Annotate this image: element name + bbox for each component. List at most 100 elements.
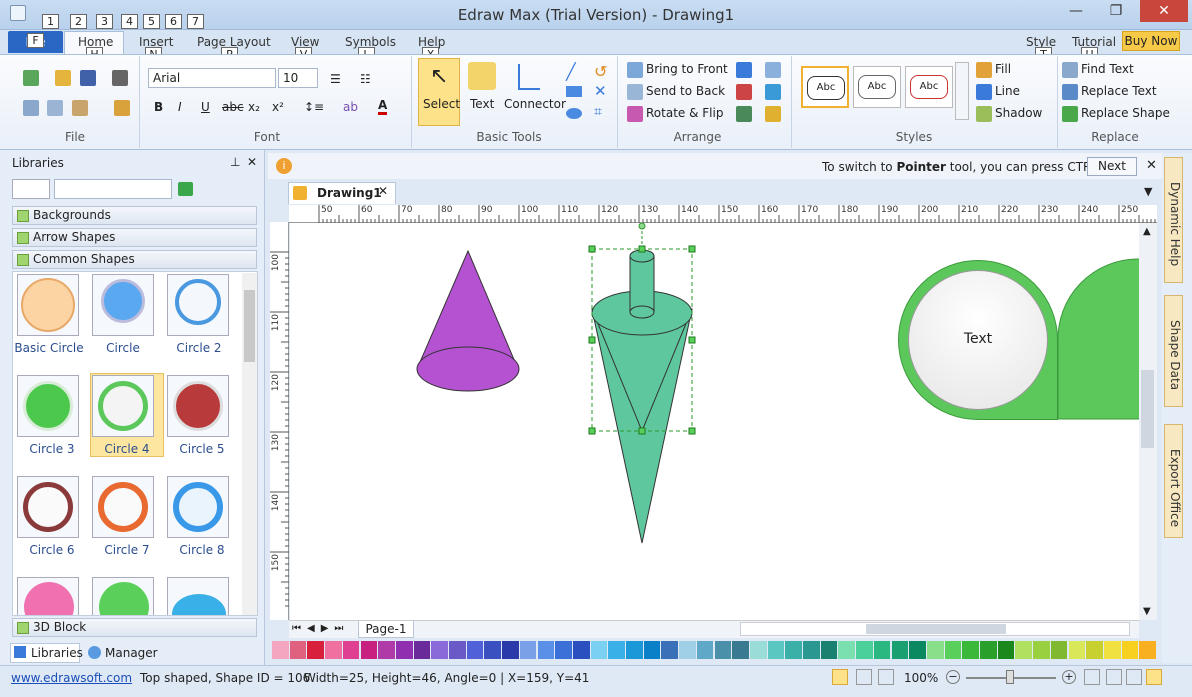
color-swatch[interactable] (873, 641, 891, 659)
minimize-icon[interactable]: — (1060, 0, 1092, 22)
shadow-button[interactable]: Shadow (995, 106, 1042, 120)
rectangle-icon[interactable] (566, 86, 582, 97)
library-search-input[interactable] (54, 179, 172, 199)
color-swatch[interactable] (838, 641, 856, 659)
shape-circle[interactable] (92, 274, 154, 336)
library-view-icon[interactable] (12, 179, 50, 199)
color-swatch[interactable] (395, 641, 413, 659)
color-swatch[interactable] (696, 641, 714, 659)
style-sample-1[interactable]: Abc (801, 66, 849, 108)
color-swatch[interactable] (1050, 641, 1068, 659)
ellipse-icon[interactable] (566, 108, 582, 119)
color-swatch[interactable] (643, 641, 661, 659)
category-arrow-shapes[interactable]: Arrow Shapes (12, 228, 257, 247)
canvas-vscroll-thumb[interactable] (1141, 370, 1154, 448)
color-swatch[interactable] (714, 641, 732, 659)
copy-icon[interactable] (47, 100, 63, 116)
italic-button[interactable]: I (178, 100, 182, 114)
color-palette[interactable] (272, 641, 1158, 659)
color-swatch[interactable] (980, 641, 997, 659)
color-swatch[interactable] (378, 641, 395, 659)
color-swatch[interactable] (785, 641, 802, 659)
list-icon[interactable]: ☷ (360, 72, 371, 86)
app-icon[interactable] (10, 5, 26, 21)
category-3d-block[interactable]: 3D Block (12, 618, 257, 637)
libraries-tab[interactable]: Libraries (31, 646, 83, 660)
size-icon[interactable] (736, 84, 752, 100)
color-swatch[interactable] (1139, 641, 1156, 659)
fit-page-icon[interactable] (1084, 669, 1100, 685)
color-swatch[interactable] (749, 641, 767, 659)
color-swatch[interactable] (555, 641, 572, 659)
center-icon[interactable] (765, 84, 781, 100)
color-swatch[interactable] (325, 641, 342, 659)
style-sample-2[interactable]: Abc (853, 66, 901, 108)
shape-circle-4[interactable] (92, 375, 154, 437)
color-swatch[interactable] (289, 641, 307, 659)
connector-icon[interactable] (518, 64, 540, 90)
color-swatch[interactable] (820, 641, 838, 659)
color-swatch[interactable] (1103, 641, 1121, 659)
text-tool-label[interactable]: Text (470, 97, 494, 111)
gallery-scroll-thumb[interactable] (244, 290, 255, 362)
paste-icon[interactable] (72, 100, 88, 116)
color-swatch[interactable] (803, 641, 820, 659)
shape-basic-circle[interactable] (17, 274, 79, 336)
outline-view-icon[interactable] (878, 669, 894, 685)
document-close-icon[interactable]: ✕ (378, 184, 388, 198)
color-swatch[interactable] (909, 641, 926, 659)
connector-tool-label[interactable]: Connector (504, 97, 566, 111)
tab-list-chevron-icon[interactable]: ▼ (1144, 185, 1152, 198)
styles-gallery-scroll[interactable] (955, 62, 969, 120)
next-button[interactable]: Next (1087, 157, 1137, 176)
align-icon[interactable]: ☰ (330, 72, 341, 86)
color-swatch[interactable] (767, 641, 785, 659)
strikethrough-button[interactable]: abc (222, 100, 244, 114)
superscript-button[interactable]: x² (272, 100, 284, 114)
zoom-slider-thumb[interactable] (1006, 670, 1014, 684)
shape-partial-3[interactable] (167, 577, 229, 615)
distribute-icon[interactable] (765, 62, 781, 78)
purple-cone-shape[interactable] (416, 249, 520, 392)
style-sample-3[interactable]: Abc (905, 66, 953, 108)
page-tab[interactable]: Page-1 (358, 621, 414, 638)
zoom-out-icon[interactable]: − (946, 670, 960, 684)
color-swatch[interactable] (962, 641, 979, 659)
color-swatch[interactable] (484, 641, 502, 659)
shape-circle-5[interactable] (167, 375, 229, 437)
cut-icon[interactable] (23, 100, 39, 116)
print-icon[interactable] (112, 70, 128, 86)
color-swatch[interactable] (944, 641, 962, 659)
info-close-icon[interactable]: ✕ (1146, 158, 1157, 173)
maximize-icon[interactable]: ❐ (1100, 0, 1132, 22)
send-to-back-button[interactable]: Send to Back (646, 84, 725, 98)
rotate-flip-button[interactable]: Rotate & Flip (646, 106, 723, 120)
zoom-in-icon[interactable]: + (1062, 670, 1076, 684)
shape-partial-2[interactable] (92, 577, 154, 615)
color-swatch[interactable] (1033, 641, 1050, 659)
drawing-canvas[interactable]: Text (290, 223, 1139, 620)
find-text-button[interactable]: Find Text (1081, 62, 1134, 76)
color-swatch[interactable] (1068, 641, 1086, 659)
color-swatch[interactable] (519, 641, 537, 659)
callout-text[interactable]: Text (908, 331, 1048, 347)
highlight-icon[interactable]: ab (343, 100, 358, 114)
shape-circle-7[interactable] (92, 476, 154, 538)
scroll-down-icon[interactable]: ▼ (1143, 606, 1151, 617)
color-swatch[interactable] (1121, 641, 1139, 659)
line-button[interactable]: Line (995, 84, 1020, 98)
color-swatch[interactable] (661, 641, 679, 659)
color-swatch[interactable] (449, 641, 466, 659)
color-swatch[interactable] (307, 641, 325, 659)
color-swatch[interactable] (856, 641, 873, 659)
shape-data-tab[interactable]: Shape Data (1164, 295, 1183, 407)
line-icon[interactable]: ╱ (566, 62, 576, 81)
dynamic-help-tab[interactable]: Dynamic Help (1164, 157, 1183, 283)
lock-icon[interactable] (765, 106, 781, 122)
underline-button[interactable]: U (201, 100, 210, 114)
format-painter-icon[interactable] (114, 100, 130, 116)
align-shapes-icon[interactable] (736, 62, 752, 78)
line-spacing-icon[interactable]: ↕≡ (304, 100, 324, 114)
open-icon[interactable] (55, 70, 71, 86)
fit-drawing-icon[interactable] (1126, 669, 1142, 685)
